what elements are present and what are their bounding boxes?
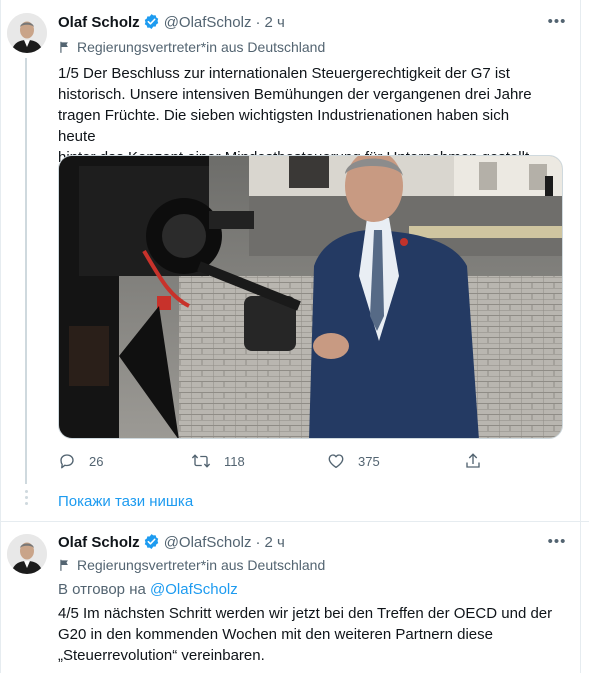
- government-label-text: Regierungsvertreter*in aus Deutschland: [77, 557, 326, 573]
- time-separator: ·: [255, 14, 261, 31]
- show-thread-link[interactable]: Покажи тази нишка: [58, 493, 193, 510]
- tweet-actions: 26 118 375: [58, 448, 498, 474]
- tweet-text: 4/5 Im nächsten Schritt werden wir jetzt…: [58, 603, 558, 666]
- retweet-button[interactable]: 118: [191, 448, 245, 474]
- flag-icon: [60, 559, 68, 571]
- tweet-photo[interactable]: [58, 155, 563, 439]
- flag-icon: [60, 41, 68, 53]
- thread-connector: [25, 58, 27, 484]
- retweet-count: 118: [224, 453, 245, 469]
- thread-dot: [25, 496, 28, 499]
- tweet-text-line: G20 in den kommenden Wochen mit den weit…: [58, 626, 493, 643]
- author-handle[interactable]: @OlafScholz: [164, 534, 252, 551]
- reply-count: 26: [89, 453, 104, 469]
- avatar[interactable]: [7, 13, 47, 53]
- heart-icon: [328, 454, 344, 469]
- tweet-header: Olaf Scholz @OlafScholz · 2 ч: [58, 13, 285, 33]
- tweet-text-line: historisch. Unsere intensiven Bemühungen…: [58, 86, 532, 103]
- tweet-header: Olaf Scholz @OlafScholz · 2 ч: [58, 533, 285, 553]
- tweet-time[interactable]: 2 ч: [264, 534, 284, 551]
- time-separator: ·: [255, 534, 261, 551]
- tweet-text-line: 1/5 Der Beschluss zur internationalen St…: [58, 65, 510, 82]
- thread-dot: [25, 490, 28, 493]
- tweet-time[interactable]: 2 ч: [264, 14, 284, 31]
- replying-to-mention[interactable]: @OlafScholz: [150, 581, 238, 598]
- like-count: 375: [358, 453, 380, 469]
- replying-to: В отговор на @OlafScholz: [58, 581, 238, 598]
- avatar[interactable]: [7, 534, 47, 574]
- tweet-text-line: 4/5 Im nächsten Schritt werden wir jetzt…: [58, 605, 553, 622]
- replying-to-prefix: В отговор на: [58, 581, 146, 598]
- more-options-icon[interactable]: •••: [547, 534, 567, 555]
- share-button[interactable]: [464, 448, 495, 474]
- government-label-text: Regierungsvertreter*in aus Deutschland: [77, 39, 326, 55]
- reply-icon: [60, 454, 74, 469]
- tweet-2[interactable]: Olaf Scholz @OlafScholz · 2 ч ••• Regierung…: [0, 522, 589, 673]
- more-options-icon[interactable]: •••: [547, 14, 567, 35]
- tweet-1[interactable]: Olaf Scholz @OlafScholz · 2 ч ••• Regierung…: [0, 0, 589, 515]
- tweet-text-line: tragen Früchte. Die sieben wichtigsten I…: [58, 107, 510, 145]
- verified-badge-icon: [143, 13, 160, 34]
- verified-badge-icon: [143, 533, 160, 554]
- government-label[interactable]: Regierungsvertreter*in aus Deutschland: [58, 557, 325, 575]
- tweet-text-line: „Steuerrevolution“ vereinbaren.: [58, 647, 265, 664]
- author-handle[interactable]: @OlafScholz: [164, 14, 252, 31]
- author-name[interactable]: Olaf Scholz: [58, 534, 140, 551]
- thread-dot: [25, 502, 28, 505]
- author-name[interactable]: Olaf Scholz: [58, 14, 140, 31]
- retweet-icon: [191, 454, 211, 468]
- reply-button[interactable]: 26: [58, 448, 103, 474]
- government-label[interactable]: Regierungsvertreter*in aus Deutschland: [58, 39, 325, 57]
- tweet-text: 1/5 Der Beschluss zur internationalen St…: [58, 63, 538, 168]
- share-icon: [466, 453, 480, 468]
- like-button[interactable]: 375: [327, 448, 380, 474]
